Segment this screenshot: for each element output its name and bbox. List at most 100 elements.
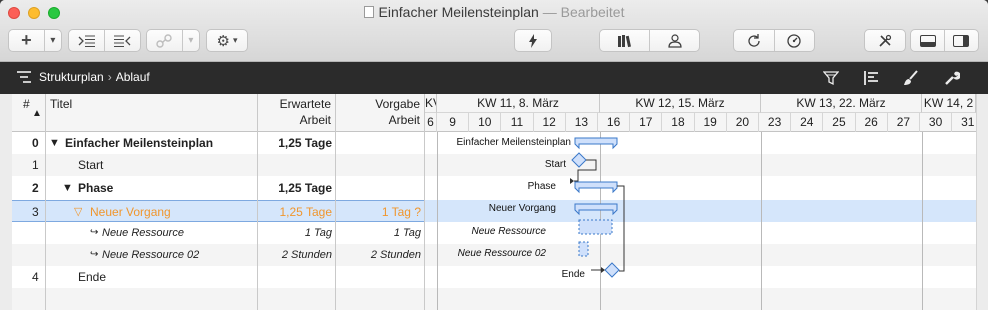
link-menu-chevron-icon[interactable]: ▾: [183, 30, 199, 51]
add-menu-chevron-icon[interactable]: ▾: [45, 30, 61, 51]
gantt-bar-label: Neuer Vorgang: [489, 203, 556, 214]
target-work-value[interactable]: 2 Stunden: [336, 244, 421, 266]
brush-icon: [904, 70, 918, 85]
target-work-value[interactable]: 1 Tag ?: [336, 201, 421, 223]
action-menu-button[interactable]: ⚙ ▾: [206, 29, 248, 52]
refresh-icon: [748, 33, 760, 47]
expected-work-header-line2: Arbeit: [299, 113, 331, 127]
target-work-value[interactable]: [336, 266, 421, 288]
inspector-button[interactable]: [941, 68, 963, 88]
breadcrumb-item-strukturplan[interactable]: Strukturplan: [39, 70, 104, 84]
critical-path-button[interactable]: [514, 29, 552, 52]
dashboard-button[interactable]: [774, 30, 814, 51]
column-header-target-work[interactable]: Vorgabe Arbeit: [336, 94, 425, 132]
day-header: 20: [727, 113, 759, 132]
row-number: [32, 222, 46, 244]
start-milestone: [571, 152, 587, 168]
link-icon: [156, 33, 173, 48]
bottom-pane-button[interactable]: [911, 30, 944, 51]
number-header-label: #: [23, 97, 30, 111]
disclosure-triangle-icon[interactable]: ▽: [74, 201, 82, 223]
gantt-columns-icon: [864, 71, 878, 85]
task-title[interactable]: Start: [78, 154, 258, 176]
lightning-icon: [529, 33, 537, 48]
person-icon: [667, 33, 682, 48]
link-button[interactable]: [147, 30, 182, 51]
day-header: 30: [920, 113, 953, 132]
expected-work-value[interactable]: [258, 154, 332, 176]
disclosure-triangle-icon[interactable]: ▼: [62, 177, 73, 199]
target-work-header-line1: Vorgabe: [375, 97, 420, 111]
phase-summary-bar: [574, 181, 618, 194]
tools-icon: [879, 34, 892, 47]
task-title[interactable]: Neue Ressource 02: [102, 244, 258, 266]
column-header-row: # ▲ Titel Erwartete Arbeit Vorgabe Arbei…: [12, 94, 976, 132]
week-header: KW 12, 15. März: [600, 94, 761, 113]
indent-icon: [114, 35, 131, 47]
outline-button-group: [68, 29, 141, 52]
indent-button[interactable]: [105, 30, 140, 51]
expected-work-value[interactable]: 2 Stunden: [258, 244, 332, 266]
task-grid: # ▲ Titel Erwartete Arbeit Vorgabe Arbei…: [12, 94, 976, 310]
style-button[interactable]: [900, 68, 922, 88]
column-header-title[interactable]: Titel: [46, 94, 258, 132]
document-name: Einfacher Meilensteinplan: [378, 4, 539, 20]
add-button[interactable]: +: [9, 30, 44, 51]
row-number: [32, 244, 46, 266]
expected-work-value[interactable]: 1,25 Tage: [258, 177, 332, 199]
resource-bar: [578, 219, 613, 235]
row-number: 0: [32, 136, 39, 150]
pane-button-group: [910, 29, 979, 52]
title-header-label: Titel: [50, 97, 73, 111]
add-button-group: + ▾: [8, 29, 62, 52]
library-button-group: [599, 29, 700, 52]
day-header: 9: [437, 113, 470, 132]
refresh-button[interactable]: [734, 30, 774, 51]
expected-work-value[interactable]: 1 Tag: [258, 222, 332, 244]
day-header: 17: [630, 113, 663, 132]
column-header-expected-work[interactable]: Erwartete Arbeit: [258, 94, 336, 132]
filter-button[interactable]: [820, 68, 842, 88]
task-title[interactable]: Ende: [78, 266, 258, 288]
expected-work-value[interactable]: [258, 266, 332, 288]
day-header: 18: [662, 113, 695, 132]
gantt-bar-label: Einfacher Meilensteinplan: [456, 137, 571, 148]
target-work-value[interactable]: [336, 177, 421, 199]
gantt-bar-label: Ende: [562, 269, 586, 280]
vertical-scrollbar[interactable]: [976, 94, 988, 310]
resources-button[interactable]: [650, 30, 699, 51]
target-work-value[interactable]: 1 Tag: [336, 222, 421, 244]
target-work-value[interactable]: [336, 132, 421, 154]
resource-assignment-icon: ↪: [90, 227, 99, 238]
dependency-arrow: [570, 178, 574, 184]
task-title[interactable]: Neuer Vorgang: [90, 201, 258, 223]
outdent-button[interactable]: [69, 30, 104, 51]
disclosure-triangle-icon[interactable]: ▼: [49, 132, 60, 154]
task-title[interactable]: Neue Ressource: [102, 222, 258, 244]
day-header: 13: [566, 113, 598, 132]
library-button[interactable]: [600, 30, 649, 51]
task-title[interactable]: Einfacher Meilensteinplan: [65, 132, 258, 154]
tools-button[interactable]: [864, 29, 906, 52]
day-header: 10: [469, 113, 502, 132]
target-work-header-line2: Arbeit: [388, 113, 420, 127]
target-work-value[interactable]: [336, 154, 421, 176]
columns-button[interactable]: [861, 68, 883, 88]
expected-work-header-line1: Erwartete: [279, 97, 331, 111]
row-number: 2: [32, 181, 39, 195]
side-pane-button[interactable]: [945, 30, 978, 51]
week-header: KW 13, 22. März: [761, 94, 922, 113]
resource-bar: [578, 241, 589, 257]
gantt-bar-label: Neue Ressource 02: [458, 248, 547, 259]
column-header-number[interactable]: # ▲: [12, 94, 46, 132]
task-title[interactable]: Phase: [78, 177, 258, 199]
column-divider: [257, 132, 258, 310]
breadcrumb-item-ablauf[interactable]: Ablauf: [116, 70, 150, 84]
day-header: 23: [759, 113, 792, 132]
sort-ascending-icon: ▲: [32, 108, 42, 119]
row-number: 3: [32, 205, 39, 219]
expected-work-value[interactable]: 1,25 Tage: [258, 132, 332, 154]
week-header: KW 11, 8. März: [437, 94, 600, 113]
expected-work-value[interactable]: 1,25 Tage: [258, 201, 333, 223]
breadcrumb-separator: ›: [107, 70, 112, 84]
